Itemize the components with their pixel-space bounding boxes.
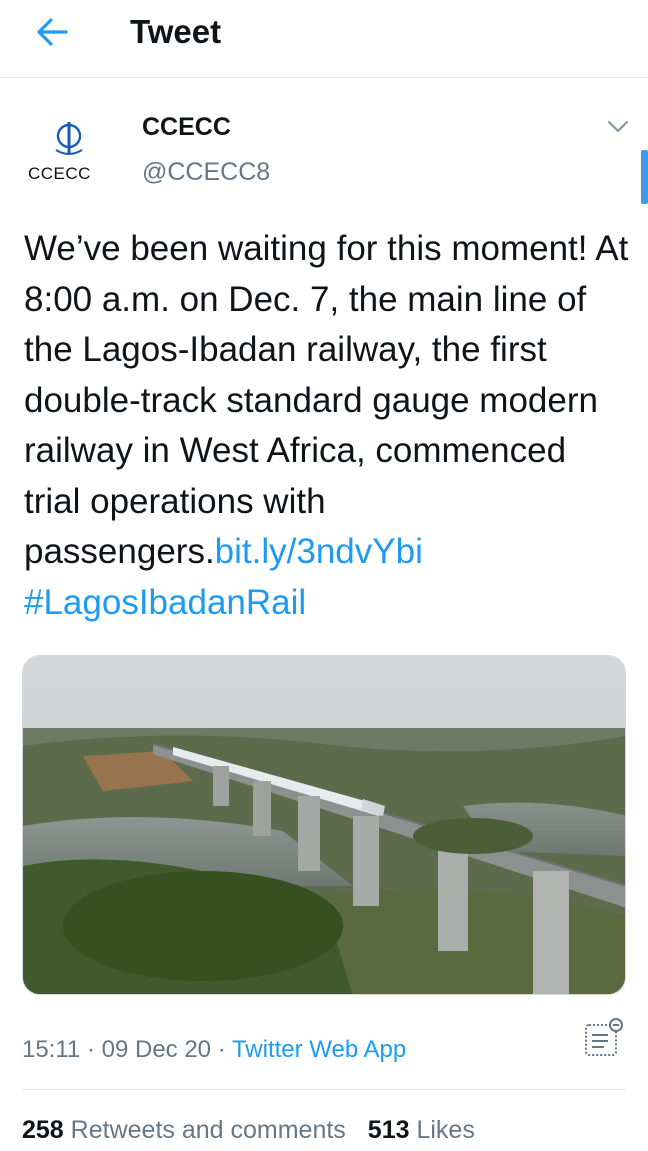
ccecc-logo-icon — [55, 122, 83, 155]
back-button[interactable] — [28, 8, 76, 56]
author-handle[interactable]: @CCECC8 — [142, 158, 270, 187]
meta-separator: · — [217, 1036, 226, 1063]
tweet-text: We’ve been waiting for this moment! At 8… — [24, 224, 629, 628]
tweet-time: 15:11 — [22, 1036, 81, 1063]
chevron-down-icon — [607, 120, 629, 133]
likes-stat[interactable]: 513 Likes — [368, 1116, 475, 1144]
retweets-label: Retweets and comments — [70, 1116, 346, 1144]
meta-separator: · — [86, 1036, 95, 1063]
tweet-date: 09 Dec 20 — [101, 1036, 212, 1063]
tweet-meta: 15:11 · 09 Dec 20 · Twitter Web App — [22, 1036, 406, 1064]
tweet-body: We’ve been waiting for this moment! At 8… — [24, 229, 629, 571]
likes-label: Likes — [416, 1116, 475, 1144]
page-title: Tweet — [130, 13, 222, 50]
avatar[interactable]: CCECC — [28, 120, 112, 190]
tweet-hashtag[interactable]: #LagosIbadanRail — [24, 583, 306, 622]
tweet-source[interactable]: Twitter Web App — [232, 1036, 406, 1063]
likes-count: 513 — [367, 1116, 410, 1144]
tweet-link[interactable]: bit.ly/3ndvYbi — [215, 532, 423, 571]
more-options-button[interactable] — [604, 116, 632, 138]
top-bar: Tweet — [0, 0, 648, 78]
engagement-stats: 258 Retweets and comments 513 Likes — [22, 1116, 475, 1145]
divider — [22, 1089, 626, 1090]
analytics-icon — [585, 1018, 623, 1056]
avatar-label: CCECC — [28, 164, 91, 183]
railway-bridge-photo — [23, 656, 625, 994]
tweet-analytics-button[interactable] — [582, 1017, 626, 1061]
author-name[interactable]: CCECC — [142, 113, 231, 142]
tweet-photo[interactable] — [22, 655, 626, 995]
retweets-stat[interactable]: 258 Retweets and comments — [22, 1116, 346, 1144]
retweets-count: 258 — [22, 1116, 64, 1144]
scroll-indicator[interactable] — [641, 150, 648, 204]
arrow-left-icon — [37, 18, 68, 46]
